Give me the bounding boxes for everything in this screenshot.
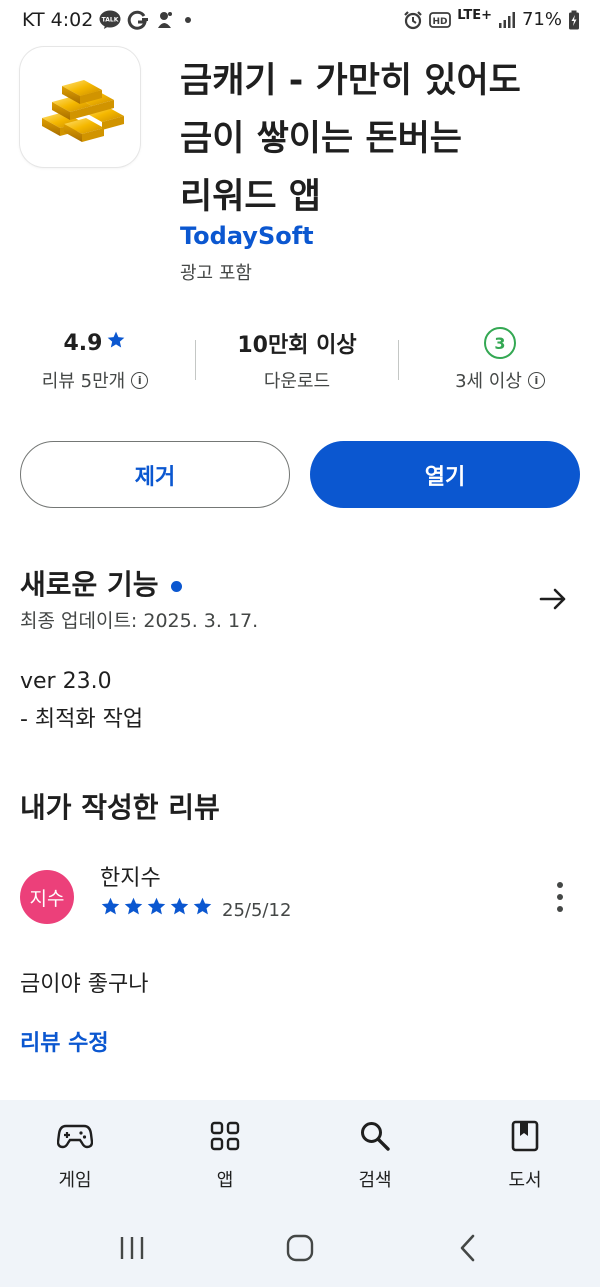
- app-stats: 4.9 리뷰 5만개 i 10만회 이상 다운로드 3 3세 이상 i: [0, 325, 600, 405]
- contains-ads-label: 광고 포함: [180, 263, 252, 284]
- age-rating-label: 3세 이상: [455, 371, 522, 392]
- nav-apps[interactable]: 앱: [170, 1118, 280, 1192]
- app-title-line: 리워드 앱: [180, 177, 321, 217]
- star-icon: [124, 897, 143, 915]
- status-bar: KT 4:02 TALK HD LTE+ 71%: [0, 0, 600, 44]
- rating-stat[interactable]: 4.9 리뷰 5만개 i: [0, 325, 190, 393]
- kakao-label: TALK: [102, 17, 119, 24]
- downloads-value: 10만회 이상: [237, 333, 357, 358]
- book-icon: [470, 1118, 580, 1154]
- uninstall-button[interactable]: 제거: [20, 441, 290, 508]
- app-title-line: 금캐기 - 가만히 있어도: [180, 61, 521, 101]
- star-icon: [101, 897, 120, 915]
- info-icon[interactable]: i: [131, 371, 149, 389]
- recent-apps-icon[interactable]: [112, 1232, 152, 1264]
- reviews-count-label: 리뷰 5만개: [41, 371, 126, 392]
- age-rating-badge: 3: [484, 327, 516, 359]
- app-title-line: 금이 쌓이는 돈버는: [180, 119, 462, 159]
- nav-books-label: 도서: [508, 1170, 542, 1191]
- system-navigation-bar: [0, 1210, 600, 1287]
- arrow-right-icon[interactable]: [537, 583, 569, 615]
- hd-voice-icon: HD: [429, 11, 452, 29]
- star-icon: [193, 897, 212, 915]
- new-indicator-dot: [170, 580, 182, 592]
- downloads-stat: 10만회 이상 다운로드: [202, 325, 392, 393]
- more-notifications-dot-icon: [181, 10, 195, 30]
- bottom-navigation: 게임 앱 검색 도서: [0, 1100, 600, 1210]
- nav-apps-label: 앱: [216, 1170, 234, 1191]
- svg-text:HD: HD: [433, 17, 448, 27]
- search-icon: [320, 1118, 430, 1154]
- carrier-time: KT 4:02: [22, 9, 94, 31]
- network-type: LTE+: [457, 8, 492, 23]
- google-icon: [127, 10, 149, 30]
- nav-search[interactable]: 검색: [320, 1118, 430, 1192]
- review-date: 25/5/12: [222, 900, 292, 921]
- review-stars: [100, 896, 213, 917]
- review-text: 금이야 좋구나: [20, 972, 149, 997]
- apps-grid-icon: [170, 1118, 280, 1154]
- nav-books[interactable]: 도서: [470, 1118, 580, 1192]
- signal-icon: [498, 11, 516, 29]
- release-version: ver 23.0: [20, 669, 112, 694]
- star-icon: [106, 330, 126, 356]
- release-note-item: - 최적화 작업: [20, 707, 144, 732]
- downloads-label: 다운로드: [263, 371, 331, 392]
- alarm-icon: [403, 10, 423, 30]
- age-rating-stat[interactable]: 3 3세 이상 i: [405, 325, 595, 393]
- home-icon[interactable]: [280, 1232, 320, 1264]
- battery-charging-icon: [568, 10, 580, 30]
- rating-value: 4.9: [63, 330, 103, 356]
- whats-new-header[interactable]: 새로운 기능: [20, 563, 182, 603]
- avatar: 지수: [20, 870, 74, 924]
- app-title: 금캐기 - 가만히 있어도 금이 쌓이는 돈버는 리워드 앱: [180, 52, 580, 226]
- back-icon[interactable]: [448, 1232, 488, 1264]
- battery-percent: 71%: [521, 9, 562, 30]
- developer-link[interactable]: TodaySoft: [180, 222, 314, 250]
- nav-games[interactable]: 게임: [20, 1118, 130, 1192]
- gold-bars-icon: [42, 80, 124, 142]
- open-button[interactable]: 열기: [310, 441, 580, 508]
- star-icon: [170, 897, 189, 915]
- release-notes: ver 23.0 - 최적화 작업: [20, 663, 143, 739]
- app-icon: [20, 47, 140, 167]
- star-icon: [147, 897, 166, 915]
- nav-games-label: 게임: [58, 1170, 92, 1191]
- more-options-icon[interactable]: [548, 880, 572, 914]
- info-icon[interactable]: i: [527, 371, 545, 389]
- stat-divider: [195, 340, 196, 380]
- stat-divider: [398, 340, 399, 380]
- last-updated: 최종 업데이트: 2025. 3. 17.: [20, 610, 259, 632]
- edit-review-link[interactable]: 리뷰 수정: [20, 1025, 109, 1057]
- nav-search-label: 검색: [358, 1170, 392, 1191]
- kakaotalk-icon: TALK: [99, 10, 121, 30]
- my-review-title: 내가 작성한 리뷰: [20, 791, 220, 824]
- whats-new-title: 새로운 기능: [20, 568, 159, 601]
- gamepad-icon: [20, 1118, 130, 1154]
- reviewer-name: 한지수: [100, 866, 161, 891]
- notification-app-icon: [155, 10, 175, 30]
